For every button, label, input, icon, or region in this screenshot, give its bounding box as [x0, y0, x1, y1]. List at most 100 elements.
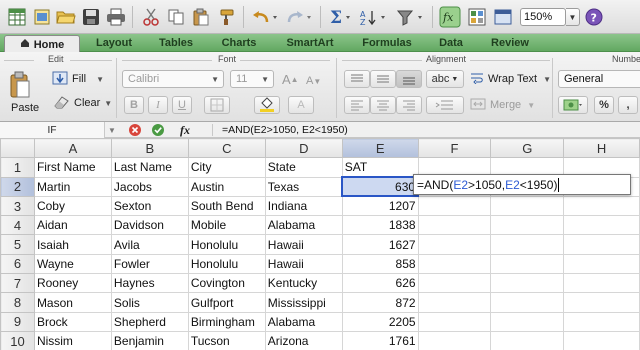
print-icon[interactable]: [105, 5, 127, 29]
tab-data[interactable]: Data: [428, 34, 474, 52]
italic-button[interactable]: I: [148, 96, 168, 114]
sort-icon[interactable]: AZ: [358, 5, 390, 29]
tab-home[interactable]: Home: [4, 35, 80, 53]
cell[interactable]: [417, 273, 492, 294]
align-top-button[interactable]: [344, 70, 370, 88]
percent-button[interactable]: %: [594, 96, 614, 114]
cell[interactable]: [563, 292, 640, 313]
new-workbook-icon[interactable]: [31, 5, 53, 29]
cell[interactable]: Solis: [110, 292, 189, 313]
cell[interactable]: Nissim: [33, 330, 112, 350]
cell[interactable]: [490, 234, 565, 255]
cell[interactable]: [417, 215, 492, 236]
cut-icon[interactable]: [140, 5, 162, 29]
cell[interactable]: Rooney: [33, 273, 112, 294]
cell[interactable]: [417, 292, 492, 313]
cell-editor[interactable]: =AND(E2 >1050, E2 <1950): [413, 174, 631, 195]
select-all-corner[interactable]: [0, 138, 35, 159]
filter-icon[interactable]: [395, 5, 427, 29]
format-brush-icon[interactable]: [215, 5, 237, 29]
row-header[interactable]: 10: [0, 330, 35, 350]
grow-font-icon[interactable]: A ▲: [282, 70, 299, 88]
cell[interactable]: Wayne: [33, 253, 112, 275]
cell[interactable]: [490, 292, 565, 313]
cell[interactable]: Mobile: [187, 215, 266, 236]
cell[interactable]: [417, 311, 492, 332]
row-header[interactable]: 1: [0, 157, 35, 178]
paste-large-icon[interactable]: [8, 70, 32, 100]
cell[interactable]: [490, 273, 565, 294]
cell[interactable]: Martin: [33, 176, 112, 197]
fx-icon[interactable]: fx: [438, 5, 462, 29]
save-icon[interactable]: [80, 5, 102, 29]
fill-button[interactable]: Fill ▼: [52, 70, 104, 88]
tab-smartart[interactable]: SmartArt: [274, 34, 346, 52]
zoom-field[interactable]: 150%: [520, 8, 566, 26]
cell[interactable]: Sexton: [110, 195, 189, 217]
cell[interactable]: Benjamin: [110, 330, 189, 350]
cell[interactable]: 1838: [341, 215, 419, 236]
cell[interactable]: Honolulu: [187, 253, 266, 275]
column-header-e[interactable]: E: [341, 138, 419, 159]
tab-review[interactable]: Review: [480, 34, 540, 52]
cell[interactable]: [563, 253, 640, 275]
row-header[interactable]: 9: [0, 311, 35, 332]
name-box[interactable]: IF: [0, 122, 105, 138]
cell[interactable]: Honolulu: [187, 234, 266, 255]
cell[interactable]: 626: [341, 273, 419, 294]
cell[interactable]: [563, 273, 640, 294]
align-middle-button[interactable]: [370, 70, 396, 88]
cell[interactable]: [490, 215, 565, 236]
borders-button[interactable]: [204, 96, 230, 114]
cell[interactable]: Alabama: [264, 215, 343, 236]
font-name-select[interactable]: Calibri ▼: [122, 70, 224, 88]
grid-icon[interactable]: [6, 5, 28, 29]
cell[interactable]: City: [187, 157, 266, 178]
align-right-button[interactable]: [396, 96, 422, 114]
redo-icon[interactable]: [284, 5, 314, 29]
cell[interactable]: [417, 253, 492, 275]
row-header[interactable]: 5: [0, 234, 35, 255]
cell[interactable]: Tucson: [187, 330, 266, 350]
cell[interactable]: Gulfport: [187, 292, 266, 313]
cell[interactable]: Coby: [33, 195, 112, 217]
cell[interactable]: [417, 195, 492, 217]
cell[interactable]: 872: [341, 292, 419, 313]
cancel-icon[interactable]: [128, 123, 142, 137]
cell[interactable]: [563, 330, 640, 350]
bold-button[interactable]: B: [124, 96, 144, 114]
confirm-icon[interactable]: [151, 123, 165, 137]
cell[interactable]: [490, 195, 565, 217]
chevron-down-icon[interactable]: ▼: [108, 123, 116, 137]
row-header[interactable]: 6: [0, 253, 35, 275]
underline-button[interactable]: U: [172, 96, 192, 114]
cell[interactable]: [417, 234, 492, 255]
cell[interactable]: Shepherd: [110, 311, 189, 332]
cell[interactable]: 2205: [341, 311, 419, 332]
paste-label[interactable]: Paste: [11, 102, 39, 114]
number-format-select[interactable]: General: [558, 70, 640, 88]
column-header-h[interactable]: H: [563, 138, 640, 159]
column-header-g[interactable]: G: [490, 138, 565, 159]
cell[interactable]: [563, 311, 640, 332]
cell[interactable]: Haynes: [110, 273, 189, 294]
cell[interactable]: [563, 195, 640, 217]
tab-charts[interactable]: Charts: [210, 34, 268, 52]
column-header-b[interactable]: B: [110, 138, 189, 159]
help-icon[interactable]: ?: [583, 5, 605, 29]
cell[interactable]: [417, 330, 492, 350]
align-bottom-button[interactable]: [396, 70, 422, 88]
column-header-a[interactable]: A: [33, 138, 112, 159]
row-header[interactable]: 8: [0, 292, 35, 313]
align-left-button[interactable]: [344, 96, 370, 114]
formula-input[interactable]: =AND(E2>1050, E2<1950): [222, 122, 348, 138]
cell[interactable]: Hawaii: [264, 234, 343, 255]
wrap-text-button[interactable]: Wrap Text ▼: [470, 70, 551, 88]
view-icon[interactable]: [492, 5, 514, 29]
cell[interactable]: Covington: [187, 273, 266, 294]
column-header-c[interactable]: C: [187, 138, 266, 159]
font-size-select[interactable]: 11 ▼: [230, 70, 274, 88]
cell[interactable]: Indiana: [264, 195, 343, 217]
copy-icon[interactable]: [165, 5, 187, 29]
cell[interactable]: Aidan: [33, 215, 112, 236]
